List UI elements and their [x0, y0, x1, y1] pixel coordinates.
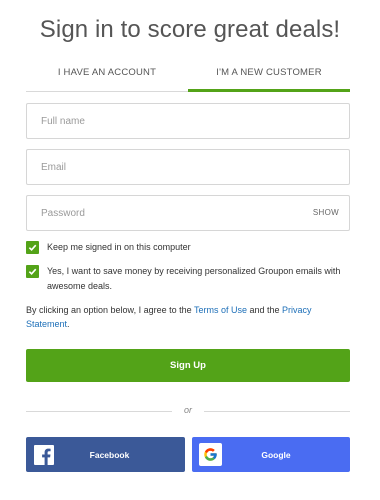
tab-have-account[interactable]: I HAVE AN ACCOUNT [26, 60, 188, 92]
terms-of-use-link[interactable]: Terms of Use [194, 305, 247, 315]
email-field[interactable] [26, 149, 350, 185]
checkmark-icon [28, 268, 37, 276]
facebook-button-label: Facebook [89, 449, 130, 460]
password-field[interactable]: SHOW [26, 195, 350, 231]
agreement-text: By clicking an option below, I agree to … [26, 303, 356, 331]
google-signin-button[interactable]: Google [192, 437, 350, 472]
google-button-label: Google [261, 449, 291, 460]
keep-signed-in-row: Keep me signed in on this computer [26, 240, 356, 255]
or-divider: or [26, 405, 350, 417]
marketing-optin-row: Yes, I want to save money by receiving p… [26, 264, 356, 294]
checkmark-icon [28, 244, 37, 252]
facebook-signin-button[interactable]: Facebook [26, 437, 185, 472]
agreement-suffix: . [67, 319, 70, 329]
divider-or-text: or [183, 405, 192, 415]
marketing-optin-checkbox[interactable] [26, 265, 39, 278]
facebook-icon [34, 444, 54, 465]
page-title: Sign in to score great deals! [39, 16, 341, 43]
show-password-button[interactable]: SHOW [313, 208, 339, 217]
full-name-field[interactable] [26, 103, 350, 139]
tab-new-customer[interactable]: I'M A NEW CUSTOMER [188, 60, 350, 92]
full-name-input[interactable] [27, 104, 349, 138]
keep-signed-in-label: Keep me signed in on this computer [47, 242, 191, 252]
google-icon [199, 443, 222, 466]
keep-signed-in-checkbox[interactable] [26, 241, 39, 254]
agreement-middle: and the [246, 305, 282, 315]
auth-tabs: I HAVE AN ACCOUNT I'M A NEW CUSTOMER [26, 60, 350, 92]
password-input[interactable] [27, 196, 349, 230]
email-input[interactable] [27, 150, 349, 184]
marketing-optin-label: Yes, I want to save money by receiving p… [47, 266, 341, 291]
sign-up-button[interactable]: Sign Up [26, 349, 350, 382]
agreement-prefix: By clicking an option below, I agree to … [26, 305, 194, 315]
